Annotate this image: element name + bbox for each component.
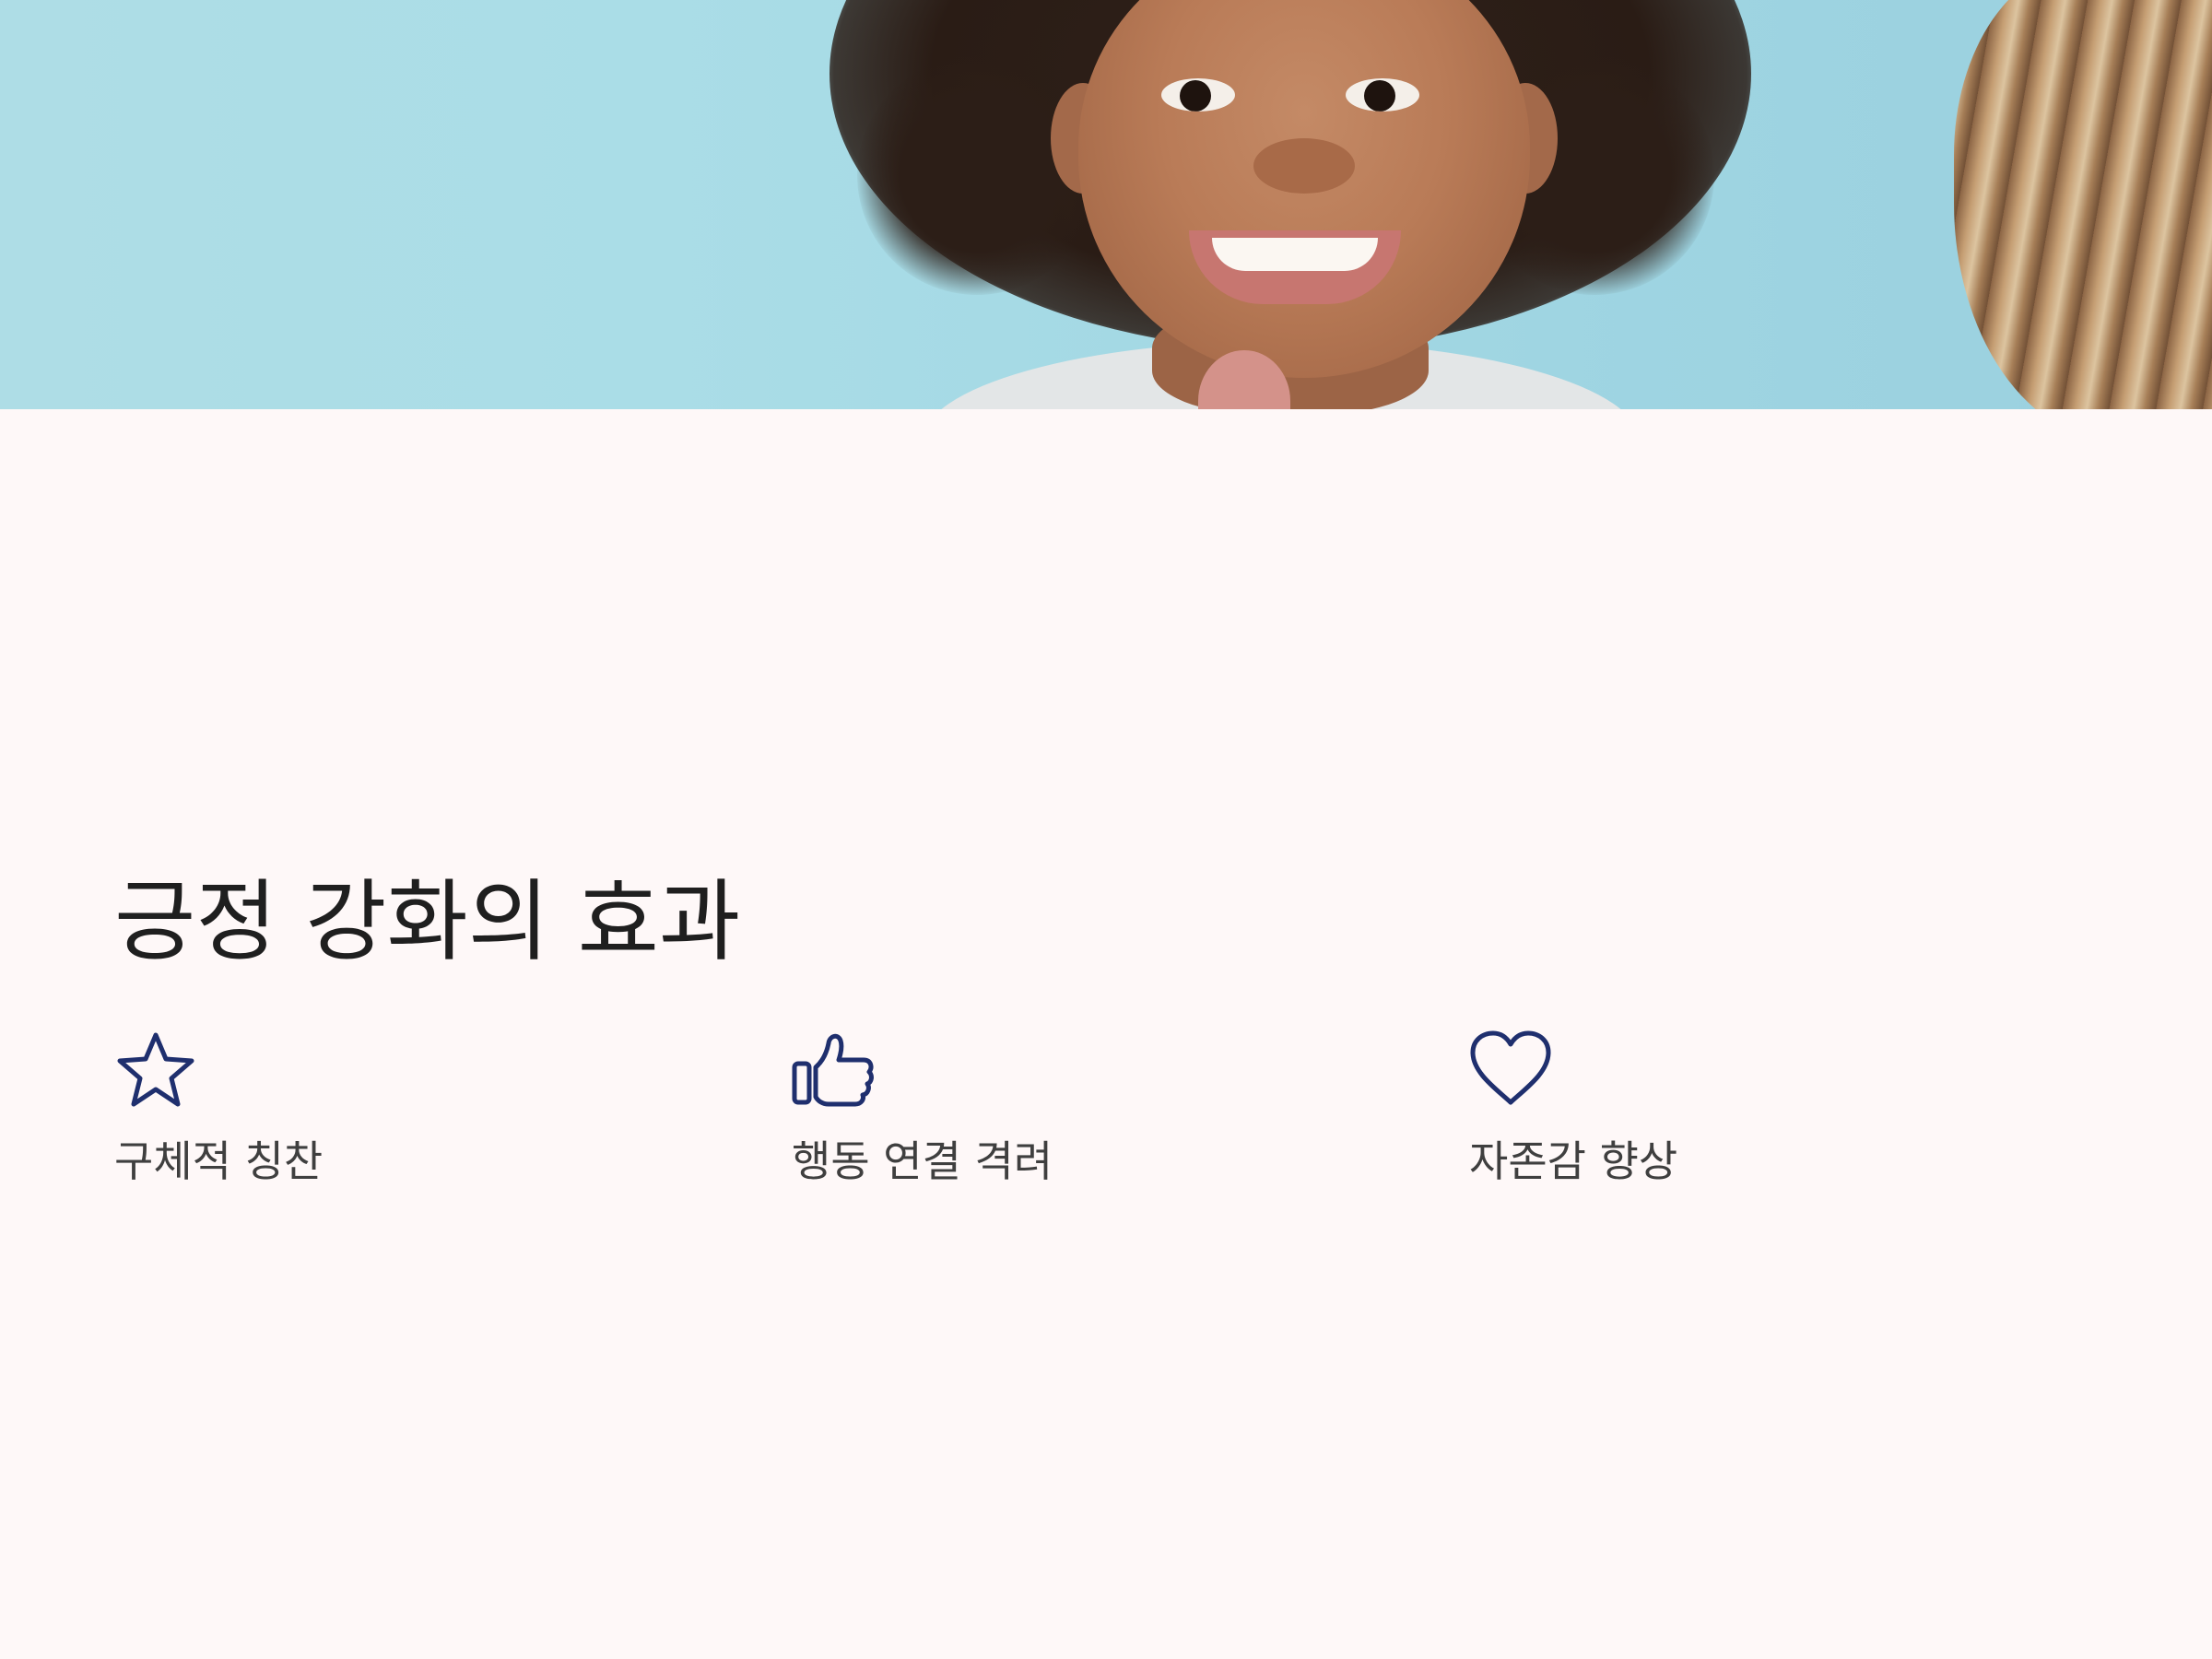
- eye: [1161, 78, 1235, 112]
- side-hair: [1954, 0, 2212, 409]
- teeth: [1212, 238, 1378, 271]
- heart-icon: [1469, 1030, 1552, 1108]
- eye: [1346, 78, 1419, 112]
- feature-label: 구체적 칭찬: [114, 1136, 324, 1186]
- feature-item-behavior-encouragement: 행동 연결 격려: [792, 1030, 1437, 1215]
- thumbs-up-icon: [792, 1030, 875, 1108]
- feature-list: 구체적 칭찬 행동 연결 격려 자존감 향상: [114, 1030, 2142, 1215]
- feature-item-specific-praise: 구체적 칭찬: [114, 1030, 759, 1215]
- hero-image: [0, 0, 2212, 409]
- feature-label: 자존감 향상: [1469, 1136, 1678, 1186]
- section-title: 긍정 강화의 효과: [114, 870, 741, 973]
- feature-label: 행동 연결 격려: [792, 1136, 1053, 1186]
- nose: [1253, 138, 1355, 194]
- star-icon: [114, 1030, 197, 1108]
- feature-item-self-esteem: 자존감 향상: [1469, 1030, 2114, 1215]
